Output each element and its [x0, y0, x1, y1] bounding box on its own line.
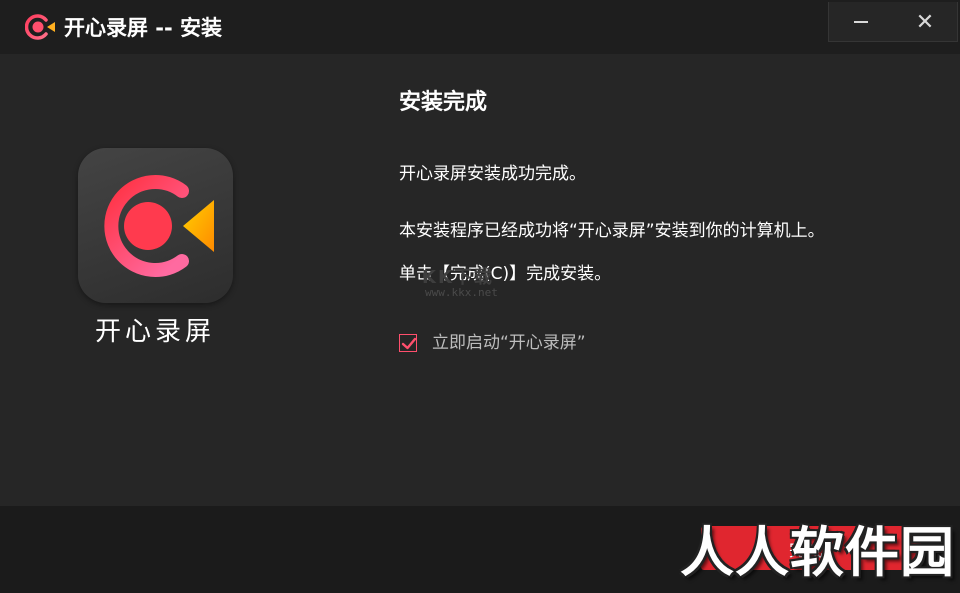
close-icon: ✕ [915, 9, 935, 35]
watermark-brand: 人人软件园 [680, 521, 955, 584]
launch-checkbox-row[interactable]: 立即启动“开心录屏” [399, 330, 586, 356]
success-message: 开心录屏安装成功完成。 [399, 164, 586, 184]
page-title: 安装完成 [399, 90, 488, 115]
launch-checkbox-label: 立即启动“开心录屏” [432, 333, 586, 353]
title-bar: 开心录屏 -- 安装 ✕ [0, 0, 960, 54]
close-button[interactable]: ✕ [893, 2, 957, 42]
install-detail-message: 本安装程序已经成功将“开心录屏”安装到你的计算机上。 [399, 221, 825, 241]
window-title: 开心录屏 -- 安装 [64, 16, 223, 40]
window-controls: ✕ [828, 2, 958, 42]
minimize-button[interactable] [829, 2, 893, 42]
main-panel: 开心录屏 安装完成 开心录屏安装成功完成。 本安装程序已经成功将“开心录屏”安装… [0, 54, 960, 506]
record-camera-icon [104, 175, 214, 277]
watermark-logo: KK下载 [422, 267, 494, 288]
app-name-label: 开心录屏 [94, 317, 215, 347]
app-icon-tile [78, 148, 233, 303]
watermark-url: www.kkx.net [425, 286, 498, 299]
minimize-icon [854, 21, 868, 23]
checkmark-icon [401, 337, 417, 350]
app-logo-icon [25, 14, 55, 40]
launch-checkbox[interactable] [399, 334, 417, 352]
